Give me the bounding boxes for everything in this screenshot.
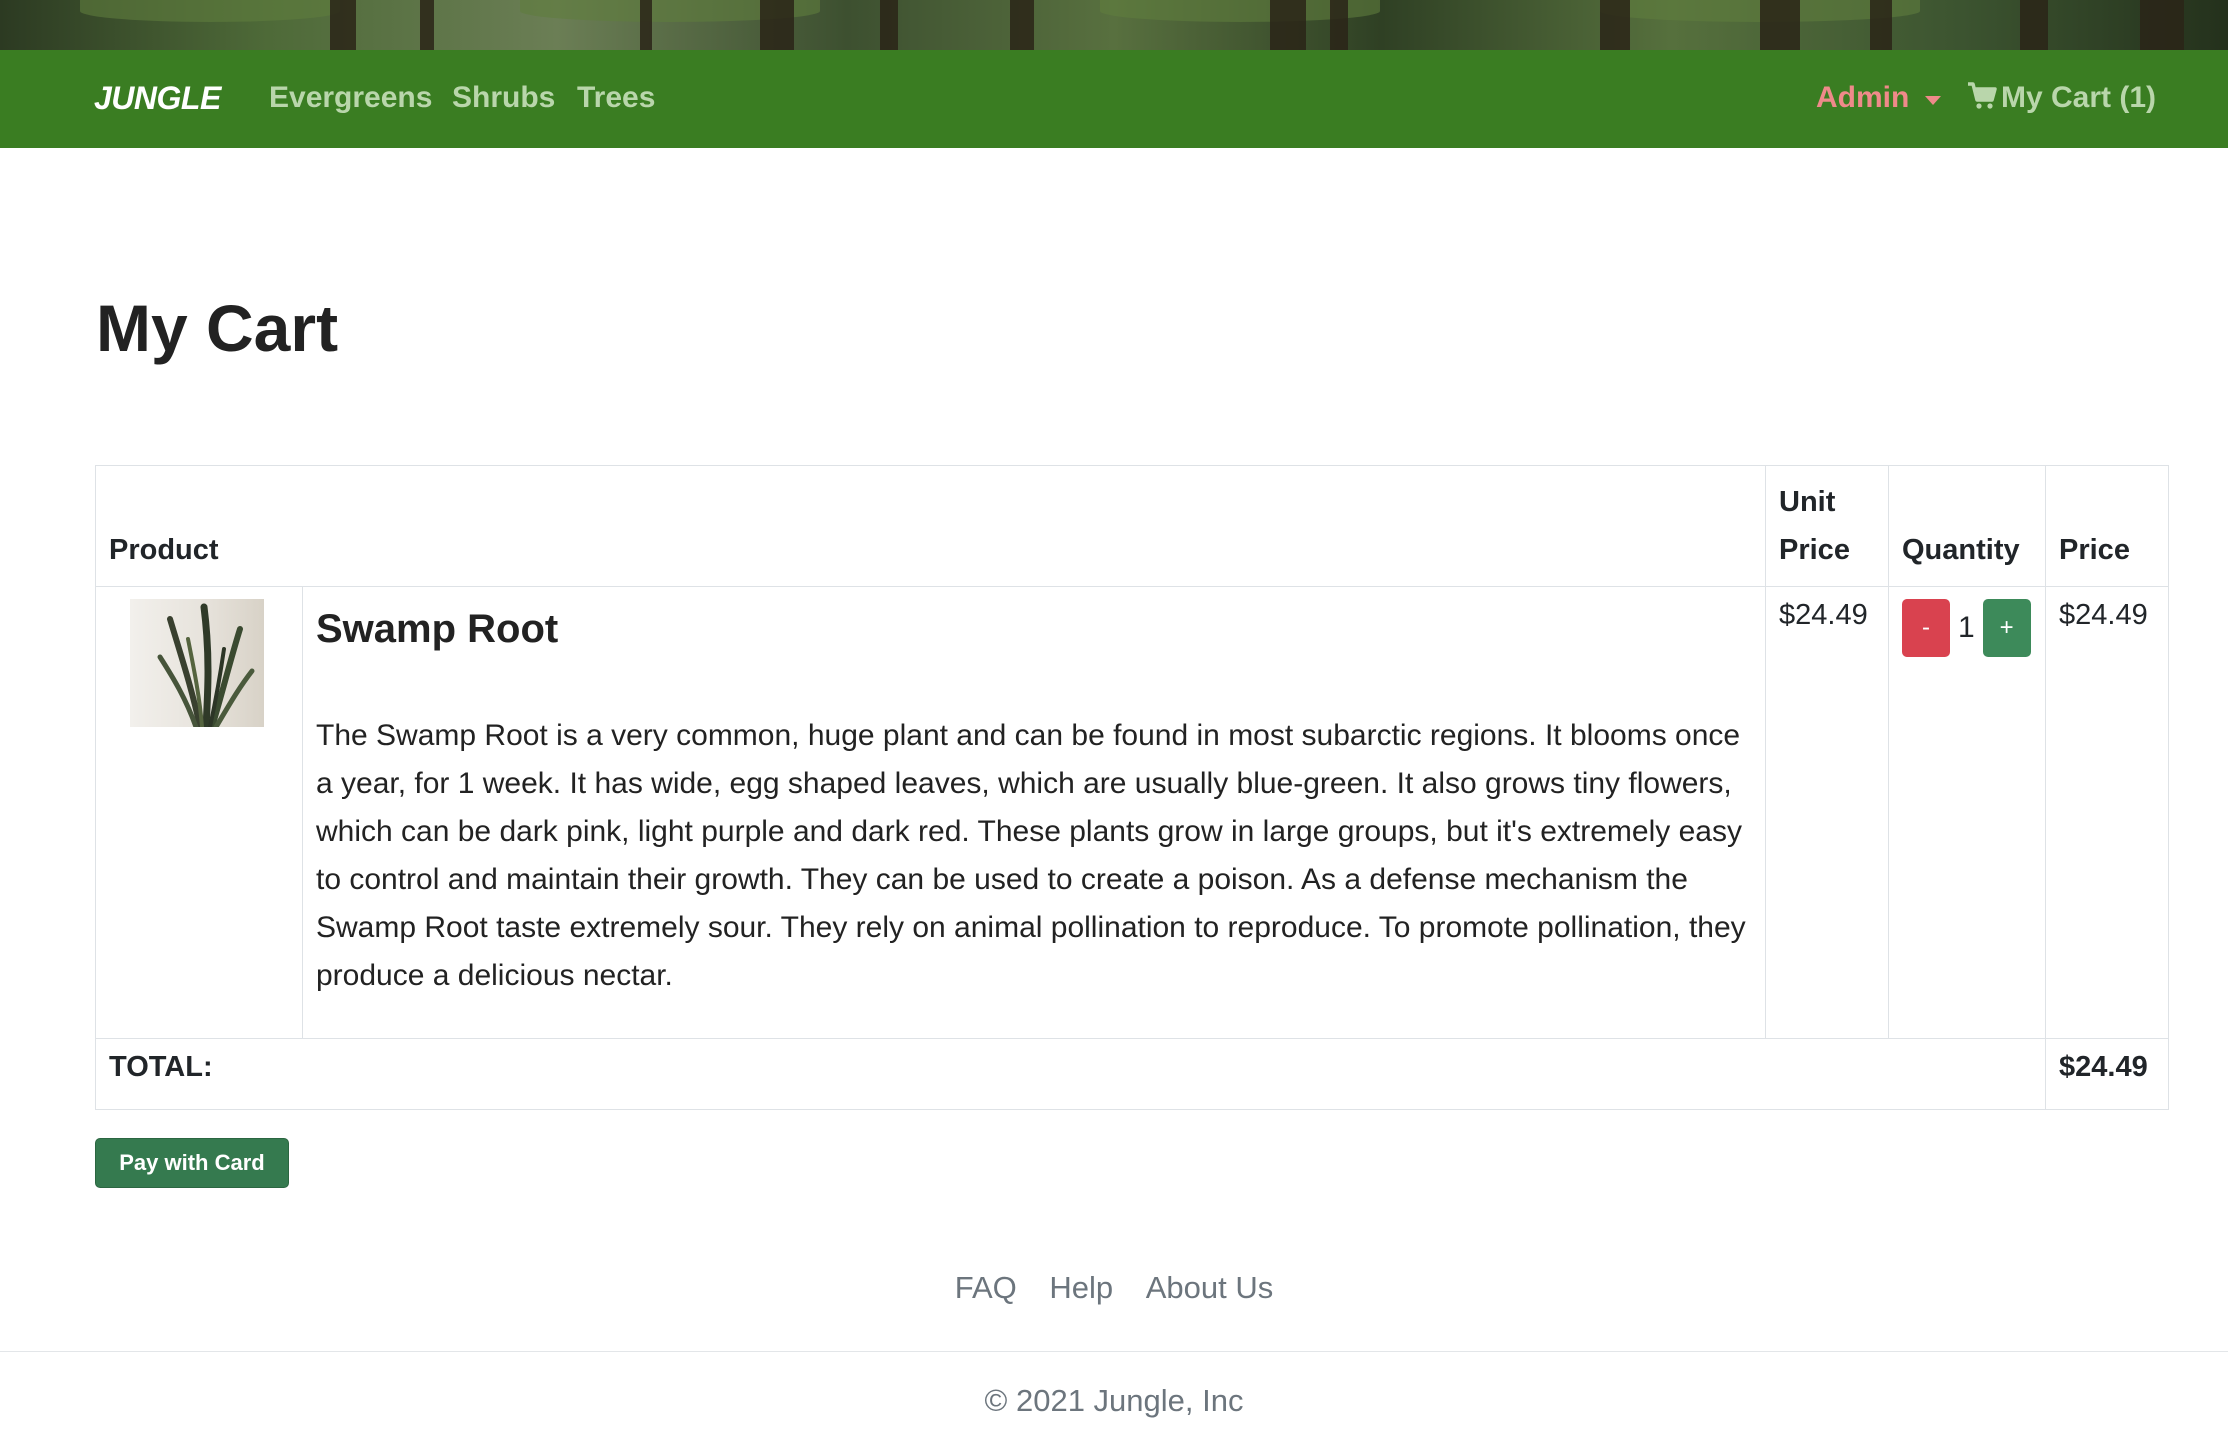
total-label: TOTAL: [95, 1038, 2046, 1110]
unit-price-cell: $24.49 [1765, 586, 1889, 1039]
footer-link-about-us[interactable]: About Us [1146, 1270, 1274, 1305]
my-cart-label: My Cart (1) [2001, 81, 2157, 114]
copyright: © 2021 Jungle, Inc [984, 1383, 1244, 1418]
product-image-cell [95, 586, 303, 1039]
header-price: Price [2045, 465, 2169, 587]
nav-link-shrubs[interactable]: Shrubs [452, 81, 555, 115]
admin-dropdown[interactable]: Admin [1816, 81, 1909, 115]
total-value: $24.49 [2045, 1038, 2169, 1110]
page-title: My Cart [96, 291, 339, 365]
total-row: TOTAL: $24.49 [95, 1038, 2169, 1110]
increase-quantity-button[interactable]: + [1982, 599, 2031, 657]
header-unit-price: Unit Price [1765, 465, 1889, 587]
table-header-row: Product Unit Price Quantity Price [95, 465, 2169, 587]
table-row: Swamp Root The Swamp Root is a very comm… [95, 586, 2169, 1039]
quantity-cell: - 1 + [1888, 586, 2046, 1039]
nav-link-trees[interactable]: Trees [577, 81, 655, 115]
brand-logo[interactable]: JUNGLE [94, 80, 221, 117]
forest-banner [0, 0, 2228, 50]
product-image [130, 599, 264, 727]
footer-divider [0, 1351, 2228, 1352]
product-name[interactable]: Swamp Root [316, 607, 1752, 652]
header-product: Product [95, 465, 1766, 587]
cart-table: Product Unit Price Quantity Price Swamp … [95, 465, 2169, 1110]
nav-link-evergreens[interactable]: Evergreens [269, 81, 432, 115]
quantity-value: 1 [1958, 611, 1975, 644]
pay-with-card-button[interactable]: Pay with Card [95, 1138, 289, 1188]
my-cart-link[interactable]: My Cart (1) [1967, 81, 2156, 118]
decrease-quantity-button[interactable]: - [1902, 599, 1950, 657]
product-info-cell: Swamp Root The Swamp Root is a very comm… [302, 586, 1766, 1039]
navbar: JUNGLE Evergreens Shrubs Trees Admin My … [0, 50, 2228, 148]
caret-down-icon[interactable] [1925, 96, 1941, 105]
header-quantity: Quantity [1888, 465, 2046, 587]
footer-links: FAQ Help About Us [0, 1270, 2228, 1306]
shopping-cart-icon [1967, 82, 1997, 118]
footer-link-faq[interactable]: FAQ [955, 1270, 1017, 1305]
quantity-stepper: - 1 + [1902, 599, 2032, 657]
footer-link-help[interactable]: Help [1049, 1270, 1113, 1305]
product-description: The Swamp Root is a very common, huge pl… [316, 719, 1746, 992]
price-cell: $24.49 [2045, 586, 2169, 1039]
